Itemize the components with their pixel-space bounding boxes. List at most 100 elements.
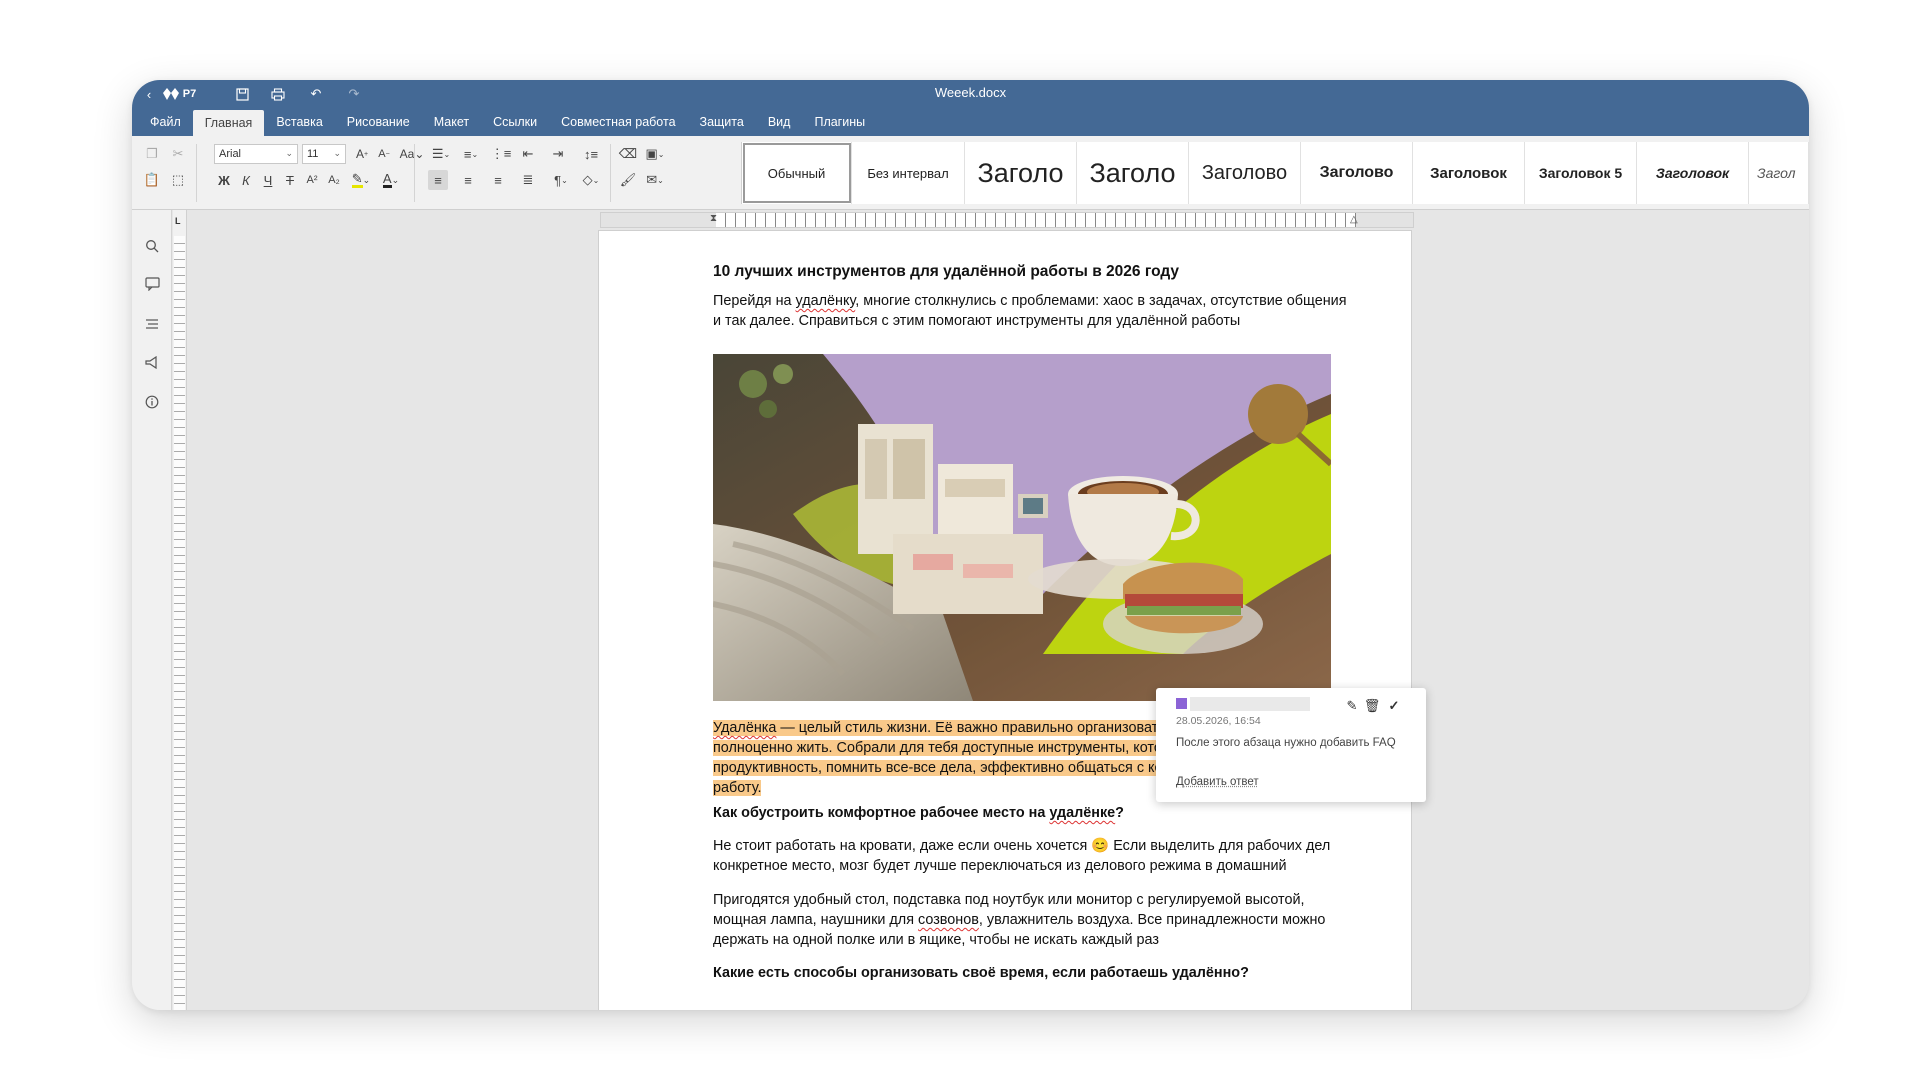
intro-paragraph: Перейдя на удалёнку, многие столкнулись …: [713, 291, 1353, 331]
shrink-font-button[interactable]: A −: [374, 144, 394, 164]
document-heading-2: Как обустроить комфортное рабочее место …: [713, 803, 1353, 823]
grow-font-button[interactable]: A +: [352, 144, 372, 164]
document-heading-1: 10 лучших инструментов для удалённой раб…: [713, 263, 1179, 280]
equipment-paragraph: Пригодятся удобный стол, подставка под н…: [713, 890, 1353, 950]
style-heading-4[interactable]: Заголово: [1301, 142, 1413, 204]
tab-insert[interactable]: Вставка: [264, 108, 334, 136]
intro-text-start: Перейдя на: [713, 293, 796, 309]
tab-file[interactable]: Файл: [138, 108, 193, 136]
highlighter-icon: ✎: [351, 171, 363, 188]
style-heading-1[interactable]: Заголо: [965, 142, 1077, 204]
check-icon[interactable]: ✓: [1386, 698, 1402, 714]
spellcheck-word[interactable]: удалёнке: [1049, 805, 1115, 821]
strikethrough-button[interactable]: Т: [280, 170, 300, 190]
tab-draw[interactable]: Рисование: [335, 108, 422, 136]
tab-stop-selector[interactable]: L: [175, 216, 181, 226]
bullet-list-icon[interactable]: ☰ ⌄: [428, 144, 454, 164]
editor-window: ‹ Р7 ↶ ↷ Weeek.docx Файл Главная Вставка…: [132, 80, 1809, 1010]
style-heading-8[interactable]: Загол: [1749, 142, 1809, 204]
toolbar-separator: [414, 144, 415, 202]
style-heading-3[interactable]: Заголово: [1189, 142, 1301, 204]
comment-card[interactable]: 28.05.2026, 16:54 ✎ 🗑 ✓ После этого абза…: [1156, 688, 1426, 802]
increase-indent-icon[interactable]: ⇥: [548, 144, 568, 164]
paste-icon[interactable]: 📋: [142, 170, 162, 190]
font-size-select[interactable]: 11 ⌄: [302, 144, 346, 164]
align-left-icon[interactable]: ≡: [428, 170, 448, 190]
right-indent-marker[interactable]: △: [1350, 214, 1358, 225]
copy-style-icon[interactable]: 🖌: [618, 170, 638, 190]
toolbar-separator: [610, 144, 611, 202]
tab-plugins[interactable]: Плагины: [802, 108, 877, 136]
change-case-label: Aa: [399, 147, 415, 161]
spellcheck-word[interactable]: созвонов: [918, 912, 979, 928]
superscript-button[interactable]: A²: [302, 170, 322, 190]
grow-font-label: A: [355, 147, 364, 161]
search-icon[interactable]: [142, 236, 162, 256]
subscript-button[interactable]: A₂: [324, 170, 344, 190]
title-bar: ‹ Р7 ↶ ↷ Weeek.docx: [132, 80, 1809, 108]
article-image[interactable]: [713, 354, 1331, 701]
color-scheme-icon[interactable]: ▣ ⌄: [642, 144, 668, 164]
cut-icon[interactable]: ✂: [168, 144, 188, 164]
copy-icon[interactable]: ❐: [142, 144, 162, 164]
tab-references[interactable]: Ссылки: [481, 108, 549, 136]
tab-view[interactable]: Вид: [756, 108, 803, 136]
numbered-list-icon[interactable]: ≡ ⌄: [458, 144, 484, 164]
paragraph-shading-icon[interactable]: ◇ ⌄: [578, 170, 604, 190]
font-color-button[interactable]: A ⌄: [378, 170, 404, 190]
tab-collaboration[interactable]: Совместная работа: [549, 108, 687, 136]
document-page[interactable]: 10 лучших инструментов для удалённой раб…: [598, 230, 1412, 1010]
style-normal[interactable]: Обычный: [742, 142, 852, 204]
align-right-icon[interactable]: ≡: [488, 170, 508, 190]
comment-text: После этого абзаца нужно добавить FAQ: [1176, 737, 1396, 749]
multilevel-list-icon[interactable]: ⋮≡: [488, 144, 514, 164]
header-bar: ‹ Р7 ↶ ↷ Weeek.docx Файл Главная Вставка…: [132, 80, 1809, 136]
workplace-paragraph: Не стоит работать на кровати, даже если …: [713, 838, 1331, 874]
left-indent-marker[interactable]: ⧗: [710, 213, 717, 224]
add-reply-link[interactable]: Добавить ответ: [1176, 776, 1259, 788]
change-case-button[interactable]: Aa ⌄: [398, 144, 426, 164]
tab-home[interactable]: Главная: [192, 110, 265, 136]
mail-merge-icon[interactable]: ✉ ⌄: [642, 170, 668, 190]
left-sidebar: [132, 210, 172, 1010]
select-all-icon[interactable]: ⬚: [168, 170, 188, 190]
heading-2-text: Как обустроить комфортное рабочее место …: [713, 805, 1050, 821]
font-color-label: A: [382, 171, 392, 188]
comment-date: 28.05.2026, 16:54: [1176, 715, 1261, 727]
nonprinting-chars-icon[interactable]: ¶ ⌄: [548, 170, 574, 190]
horizontal-ruler[interactable]: ⧗ △: [600, 212, 1414, 228]
italic-button[interactable]: К: [236, 170, 256, 190]
style-heading-2[interactable]: Заголо: [1077, 142, 1189, 204]
vertical-ruler[interactable]: L: [173, 210, 187, 1010]
tab-protection[interactable]: Защита: [688, 108, 756, 136]
pencil-icon[interactable]: ✎: [1344, 698, 1360, 714]
feedback-icon[interactable]: [142, 352, 162, 372]
info-icon[interactable]: [142, 392, 162, 412]
comments-icon[interactable]: [142, 274, 162, 294]
styles-gallery: Обычный Без интервал Заголо Заголо Загол…: [741, 142, 1809, 204]
style-heading-5[interactable]: Заголовок: [1413, 142, 1525, 204]
style-no-spacing[interactable]: Без интервал: [852, 142, 965, 204]
clear-style-icon[interactable]: ⌫: [618, 144, 638, 164]
font-name-select[interactable]: Arial ⌄: [214, 144, 298, 164]
style-heading-6[interactable]: Заголовок 5: [1525, 142, 1637, 204]
font-size-value: 11: [307, 148, 319, 160]
bold-button[interactable]: Ж: [214, 170, 234, 190]
toolbar-separator: [196, 144, 197, 202]
document-heading-3: Какие есть способы организовать своё вре…: [713, 965, 1249, 981]
line-spacing-icon[interactable]: ↕≡: [578, 144, 604, 164]
align-justify-icon[interactable]: ≣: [518, 170, 538, 190]
shrink-font-label: A: [378, 148, 386, 160]
style-heading-7[interactable]: Заголовок: [1637, 142, 1749, 204]
trash-icon[interactable]: 🗑: [1364, 698, 1381, 714]
spellcheck-word[interactable]: Удалёнка: [713, 720, 776, 736]
underline-button[interactable]: Ч: [258, 170, 278, 190]
tab-layout[interactable]: Макет: [422, 108, 481, 136]
decrease-indent-icon[interactable]: ⇤: [518, 144, 538, 164]
highlight-button[interactable]: ✎ ⌄: [348, 170, 374, 190]
home-toolbar: ❐ ✂ 📋 ⬚ Arial ⌄ 11 ⌄ A + A − Aa ⌄ Ж К Ч Т A² …: [132, 136, 1809, 210]
align-center-icon[interactable]: ≡: [458, 170, 478, 190]
navigation-icon[interactable]: [142, 314, 162, 334]
spellcheck-word[interactable]: удалёнку: [796, 293, 856, 309]
comment-author-redacted: [1190, 697, 1310, 711]
